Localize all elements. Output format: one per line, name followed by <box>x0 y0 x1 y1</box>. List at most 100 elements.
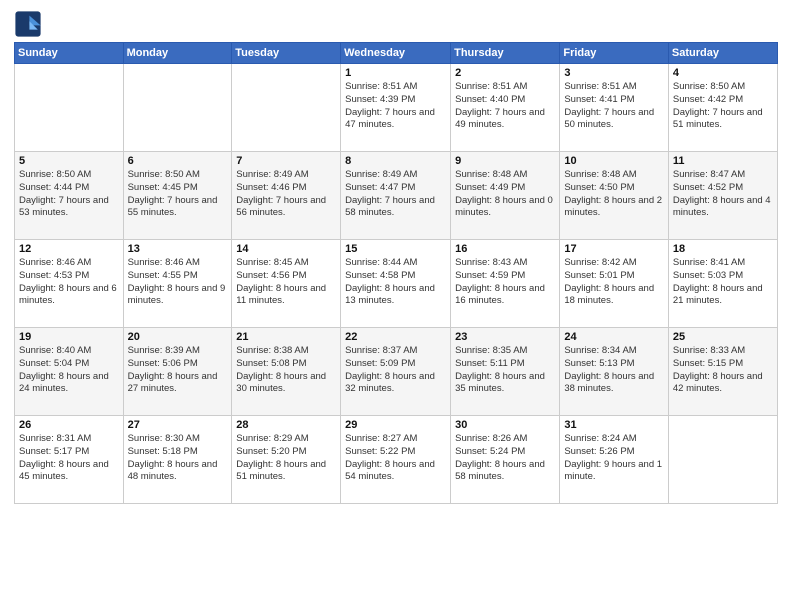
weekday-header-thursday: Thursday <box>451 43 560 64</box>
day-info: Sunrise: 8:29 AM Sunset: 5:20 PM Dayligh… <box>236 433 336 484</box>
calendar-empty-cell <box>15 64 124 152</box>
day-info: Sunrise: 8:51 AM Sunset: 4:39 PM Dayligh… <box>345 81 446 132</box>
day-number: 14 <box>236 243 336 255</box>
day-number: 23 <box>455 331 555 343</box>
calendar-day-19: 19Sunrise: 8:40 AM Sunset: 5:04 PM Dayli… <box>15 328 124 416</box>
day-number: 18 <box>673 243 773 255</box>
day-number: 28 <box>236 419 336 431</box>
calendar-day-2: 2Sunrise: 8:51 AM Sunset: 4:40 PM Daylig… <box>451 64 560 152</box>
day-info: Sunrise: 8:49 AM Sunset: 4:47 PM Dayligh… <box>345 169 446 220</box>
calendar-day-17: 17Sunrise: 8:42 AM Sunset: 5:01 PM Dayli… <box>560 240 669 328</box>
calendar-day-16: 16 Sunrise: 8:43 AM Sunset: 4:59 PM Dayli… <box>451 240 560 328</box>
day-number: 29 <box>345 419 446 431</box>
day-info: Sunrise: 8:26 AM Sunset: 5:24 PM Dayligh… <box>455 433 555 484</box>
day-info: Sunrise: 8:45 AM Sunset: 4:56 PM Dayligh… <box>236 257 336 308</box>
day-info: Sunrise: 8:44 AM Sunset: 4:58 PM Dayligh… <box>345 257 446 308</box>
logo-icon <box>14 10 42 38</box>
calendar-day-11: 11 Sunrise: 8:47 AM Sunset: 4:52 PM Dayli… <box>668 152 777 240</box>
day-info: Sunrise: 8:50 AM Sunset: 4:42 PM Dayligh… <box>673 81 773 132</box>
day-number: 3 <box>564 67 664 79</box>
weekday-header-monday: Monday <box>123 43 232 64</box>
day-number: 10 <box>564 155 664 167</box>
calendar-day-24: 24 Sunrise: 8:34 AM Sunset: 5:13 PM Dayli… <box>560 328 669 416</box>
day-number: 9 <box>455 155 555 167</box>
calendar-day-29: 29 Sunrise: 8:27 AM Sunset: 5:22 PM Dayli… <box>341 416 451 504</box>
calendar-day-5: 5 Sunrise: 8:50 AM Sunset: 4:44 PM Daylig… <box>15 152 124 240</box>
calendar-week-row: 5 Sunrise: 8:50 AM Sunset: 4:44 PM Daylig… <box>15 152 778 240</box>
weekday-header-row: SundayMondayTuesdayWednesdayThursdayFrid… <box>15 43 778 64</box>
calendar-day-1: 1 Sunrise: 8:51 AM Sunset: 4:39 PM Daylig… <box>341 64 451 152</box>
calendar: SundayMondayTuesdayWednesdayThursdayFrid… <box>14 42 778 504</box>
calendar-day-25: 25 Sunrise: 8:33 AM Sunset: 5:15 PM Dayli… <box>668 328 777 416</box>
calendar-day-6: 6 Sunrise: 8:50 AM Sunset: 4:45 PM Daylig… <box>123 152 232 240</box>
calendar-day-28: 28 Sunrise: 8:29 AM Sunset: 5:20 PM Dayli… <box>232 416 341 504</box>
weekday-header-wednesday: Wednesday <box>341 43 451 64</box>
calendar-day-14: 14 Sunrise: 8:45 AM Sunset: 4:56 PM Dayli… <box>232 240 341 328</box>
day-number: 30 <box>455 419 555 431</box>
page: SundayMondayTuesdayWednesdayThursdayFrid… <box>0 0 792 510</box>
calendar-day-18: 18 Sunrise: 8:41 AM Sunset: 5:03 PM Dayli… <box>668 240 777 328</box>
day-info: Sunrise: 8:43 AM Sunset: 4:59 PM Dayligh… <box>455 257 555 308</box>
day-info: Sunrise: 8:33 AM Sunset: 5:15 PM Dayligh… <box>673 345 773 396</box>
calendar-day-15: 15Sunrise: 8:44 AM Sunset: 4:58 PM Dayli… <box>341 240 451 328</box>
day-info: Sunrise: 8:48 AM Sunset: 4:49 PM Dayligh… <box>455 169 555 220</box>
calendar-day-23: 23 Sunrise: 8:35 AM Sunset: 5:11 PM Dayli… <box>451 328 560 416</box>
day-info: Sunrise: 8:41 AM Sunset: 5:03 PM Dayligh… <box>673 257 773 308</box>
calendar-week-row: 1 Sunrise: 8:51 AM Sunset: 4:39 PM Daylig… <box>15 64 778 152</box>
day-info: Sunrise: 8:34 AM Sunset: 5:13 PM Dayligh… <box>564 345 664 396</box>
calendar-week-row: 12 Sunrise: 8:46 AM Sunset: 4:53 PM Dayli… <box>15 240 778 328</box>
day-number: 21 <box>236 331 336 343</box>
day-number: 8 <box>345 155 446 167</box>
day-number: 12 <box>19 243 119 255</box>
calendar-week-row: 26Sunrise: 8:31 AM Sunset: 5:17 PM Dayli… <box>15 416 778 504</box>
day-number: 17 <box>564 243 664 255</box>
calendar-day-8: 8 Sunrise: 8:49 AM Sunset: 4:47 PM Daylig… <box>341 152 451 240</box>
day-number: 26 <box>19 419 119 431</box>
day-number: 31 <box>564 419 664 431</box>
day-info: Sunrise: 8:27 AM Sunset: 5:22 PM Dayligh… <box>345 433 446 484</box>
day-number: 1 <box>345 67 446 79</box>
day-info: Sunrise: 8:50 AM Sunset: 4:45 PM Dayligh… <box>128 169 228 220</box>
calendar-day-31: 31Sunrise: 8:24 AM Sunset: 5:26 PM Dayli… <box>560 416 669 504</box>
day-number: 27 <box>128 419 228 431</box>
calendar-day-10: 10Sunrise: 8:48 AM Sunset: 4:50 PM Dayli… <box>560 152 669 240</box>
weekday-header-friday: Friday <box>560 43 669 64</box>
day-number: 4 <box>673 67 773 79</box>
weekday-header-tuesday: Tuesday <box>232 43 341 64</box>
calendar-day-20: 20 Sunrise: 8:39 AM Sunset: 5:06 PM Dayli… <box>123 328 232 416</box>
calendar-empty-cell <box>123 64 232 152</box>
calendar-day-30: 30 Sunrise: 8:26 AM Sunset: 5:24 PM Dayli… <box>451 416 560 504</box>
day-info: Sunrise: 8:51 AM Sunset: 4:40 PM Dayligh… <box>455 81 555 132</box>
calendar-day-21: 21Sunrise: 8:38 AM Sunset: 5:08 PM Dayli… <box>232 328 341 416</box>
day-info: Sunrise: 8:35 AM Sunset: 5:11 PM Dayligh… <box>455 345 555 396</box>
weekday-header-sunday: Sunday <box>15 43 124 64</box>
day-info: Sunrise: 8:47 AM Sunset: 4:52 PM Dayligh… <box>673 169 773 220</box>
calendar-day-12: 12 Sunrise: 8:46 AM Sunset: 4:53 PM Dayli… <box>15 240 124 328</box>
calendar-day-22: 22Sunrise: 8:37 AM Sunset: 5:09 PM Dayli… <box>341 328 451 416</box>
day-number: 11 <box>673 155 773 167</box>
calendar-day-4: 4 Sunrise: 8:50 AM Sunset: 4:42 PM Daylig… <box>668 64 777 152</box>
weekday-header-saturday: Saturday <box>668 43 777 64</box>
day-number: 5 <box>19 155 119 167</box>
day-number: 25 <box>673 331 773 343</box>
day-info: Sunrise: 8:46 AM Sunset: 4:53 PM Dayligh… <box>19 257 119 308</box>
calendar-day-7: 7Sunrise: 8:49 AM Sunset: 4:46 PM Daylig… <box>232 152 341 240</box>
calendar-day-13: 13 Sunrise: 8:46 AM Sunset: 4:55 PM Dayli… <box>123 240 232 328</box>
day-info: Sunrise: 8:37 AM Sunset: 5:09 PM Dayligh… <box>345 345 446 396</box>
calendar-empty-cell <box>668 416 777 504</box>
day-info: Sunrise: 8:39 AM Sunset: 5:06 PM Dayligh… <box>128 345 228 396</box>
day-info: Sunrise: 8:50 AM Sunset: 4:44 PM Dayligh… <box>19 169 119 220</box>
day-info: Sunrise: 8:51 AM Sunset: 4:41 PM Dayligh… <box>564 81 664 132</box>
day-number: 6 <box>128 155 228 167</box>
logo <box>14 10 44 38</box>
day-number: 13 <box>128 243 228 255</box>
day-number: 19 <box>19 331 119 343</box>
day-info: Sunrise: 8:46 AM Sunset: 4:55 PM Dayligh… <box>128 257 228 308</box>
day-number: 16 <box>455 243 555 255</box>
day-number: 20 <box>128 331 228 343</box>
day-number: 7 <box>236 155 336 167</box>
calendar-day-3: 3 Sunrise: 8:51 AM Sunset: 4:41 PM Daylig… <box>560 64 669 152</box>
calendar-week-row: 19Sunrise: 8:40 AM Sunset: 5:04 PM Dayli… <box>15 328 778 416</box>
day-number: 24 <box>564 331 664 343</box>
day-info: Sunrise: 8:30 AM Sunset: 5:18 PM Dayligh… <box>128 433 228 484</box>
